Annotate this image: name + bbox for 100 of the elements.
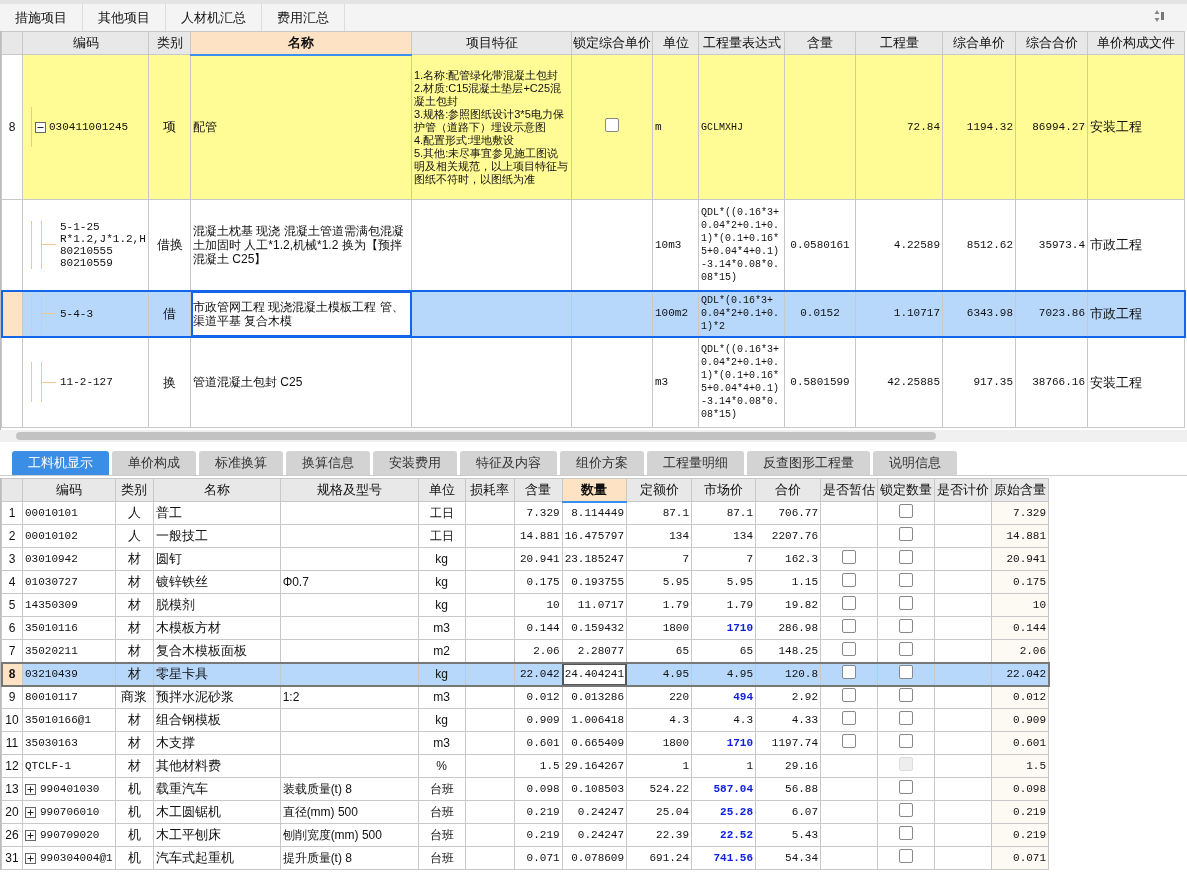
checkbox[interactable] <box>842 618 857 633</box>
checkbox[interactable] <box>899 848 914 863</box>
code-cell: 5-1-25 R*1.2,J*1.2,H 80210555 80210559 <box>60 220 146 269</box>
tab[interactable]: 换算信息 <box>286 451 370 475</box>
checkbox[interactable] <box>899 572 914 587</box>
feature-cell: 1.名称:配管绿化带混凝土包封 2.材质:C15混凝土垫层+C25混凝土包封 3.规格:参照图纸设计3*5电力保护管（道路下）埋设示意图 4.配置形式:埋地敷设 5.其他:未尽事宜参见施工图说明及相关规范，以上项目特征与图纸不符时，以图纸为准 <box>411 54 572 200</box>
plus-box-icon[interactable] <box>25 783 36 795</box>
tab[interactable]: 反查图形工程量 <box>747 451 870 475</box>
checkbox[interactable] <box>899 825 914 840</box>
tab[interactable]: 说明信息 <box>873 451 957 475</box>
checkbox[interactable] <box>842 733 857 748</box>
type-cell: 借 <box>148 290 191 337</box>
tab[interactable]: 特征及内容 <box>460 451 557 475</box>
column-header[interactable]: 数量 <box>562 478 627 502</box>
column-header[interactable]: 项目特征 <box>411 31 572 55</box>
horizontal-scrollbar[interactable] <box>16 432 936 440</box>
quantity-cell: 1.10717 <box>855 290 943 337</box>
checkbox[interactable] <box>842 549 857 564</box>
column-header[interactable]: 综合合价 <box>1015 31 1088 55</box>
checkbox[interactable] <box>842 595 857 610</box>
checkbox[interactable] <box>899 641 914 656</box>
row-number: 8 <box>1 662 23 686</box>
column-header[interactable]: 规格及型号 <box>280 478 419 502</box>
code-cell-text: 03210439 <box>25 666 78 682</box>
checkbox[interactable] <box>899 549 914 564</box>
checkbox[interactable] <box>899 779 914 794</box>
column-header[interactable]: 单价构成文件 <box>1087 31 1185 55</box>
checkbox[interactable] <box>605 117 619 132</box>
column-header[interactable]: 含量 <box>784 31 856 55</box>
unit-price-cell: 8512.62 <box>942 199 1016 291</box>
column-header[interactable]: 是否计价 <box>934 478 992 502</box>
checkbox[interactable] <box>842 664 857 679</box>
unit-cell: kg <box>418 662 466 686</box>
checkbox[interactable] <box>899 802 914 817</box>
original-content-cell: 22.042 <box>991 662 1049 686</box>
checkbox[interactable] <box>842 641 857 656</box>
checkbox[interactable] <box>899 595 914 610</box>
row-number: 31 <box>1 846 23 870</box>
file-cell: 市政工程 <box>1087 199 1185 291</box>
checkbox[interactable] <box>899 526 914 541</box>
tab[interactable]: 组价方案 <box>560 451 644 475</box>
checkbox[interactable] <box>842 687 857 702</box>
row-number: 13 <box>1 777 23 801</box>
column-header[interactable]: 类别 <box>115 478 154 502</box>
checkbox[interactable] <box>842 710 857 725</box>
name-cell: 载重汽车 <box>153 777 281 801</box>
name-cell: 圆钉 <box>153 547 281 571</box>
code-cell-text: 990709020 <box>40 827 100 843</box>
column-header[interactable]: 定额价 <box>626 478 692 502</box>
file-cell: 安装工程 <box>1087 336 1185 428</box>
unit-cell: m <box>652 54 699 200</box>
column-header[interactable]: 含量 <box>514 478 563 502</box>
name-cell: 普工 <box>153 501 281 525</box>
column-header[interactable]: 综合单价 <box>942 31 1016 55</box>
plus-box-icon[interactable] <box>25 852 36 864</box>
tab[interactable]: 工程量明细 <box>647 451 744 475</box>
column-header[interactable]: 工程量表达式 <box>698 31 785 55</box>
tab[interactable]: 安装费用 <box>373 451 457 475</box>
checkbox[interactable] <box>899 687 914 702</box>
minus-box-icon[interactable] <box>35 121 46 133</box>
row-number: 10 <box>1 708 23 732</box>
column-header[interactable]: 编码 <box>22 31 149 55</box>
checkbox[interactable] <box>899 503 914 518</box>
column-header[interactable]: 工程量 <box>855 31 943 55</box>
checkbox[interactable] <box>899 733 914 748</box>
column-header[interactable]: 单位 <box>652 31 699 55</box>
total-cell: 7023.86 <box>1015 290 1088 337</box>
tab[interactable]: 标准换算 <box>199 451 283 475</box>
column-header[interactable]: 合价 <box>755 478 821 502</box>
checkbox[interactable] <box>899 664 914 679</box>
checkbox[interactable] <box>842 572 857 587</box>
base-price-cell: 4.95 <box>626 662 692 686</box>
unit-price-cell: 1194.32 <box>942 54 1016 200</box>
column-header[interactable]: 编码 <box>22 478 116 502</box>
column-header[interactable]: 损耗率 <box>465 478 515 502</box>
quantity-cell: 4.22589 <box>855 199 943 291</box>
column-header[interactable]: 名称 <box>190 31 412 55</box>
code-cell-text: 35020211 <box>25 643 78 659</box>
row-number: 8 <box>1 54 23 200</box>
name-cell: 管道混凝土包封 C25 <box>190 336 412 428</box>
expression-cell: QDL*(0.16*3+0.04*2+0.1+0.1)*2 <box>698 290 785 337</box>
column-header[interactable]: 原始含量 <box>991 478 1049 502</box>
code-cell-text: 35010116 <box>25 620 78 636</box>
name-cell: 复合木模板面板 <box>153 639 281 663</box>
sort-icon[interactable] <box>1154 9 1166 23</box>
column-header[interactable]: 类别 <box>148 31 191 55</box>
checkbox[interactable] <box>899 618 914 633</box>
name-cell: 镀锌铁丝 <box>153 570 281 594</box>
column-header[interactable]: 锁定数量 <box>877 478 935 502</box>
column-header[interactable]: 锁定综合单价 <box>571 31 653 55</box>
file-cell: 安装工程 <box>1087 54 1185 200</box>
checkbox[interactable] <box>899 710 914 725</box>
tab[interactable]: 单价构成 <box>112 451 196 475</box>
column-header[interactable]: 单位 <box>418 478 466 502</box>
code-cell-text: 14350309 <box>25 597 78 613</box>
plus-box-icon[interactable] <box>25 829 36 841</box>
column-header[interactable]: 名称 <box>153 478 281 502</box>
column-header[interactable]: 是否暂估 <box>820 478 878 502</box>
plus-box-icon[interactable] <box>25 806 36 818</box>
column-header[interactable]: 市场价 <box>691 478 756 502</box>
